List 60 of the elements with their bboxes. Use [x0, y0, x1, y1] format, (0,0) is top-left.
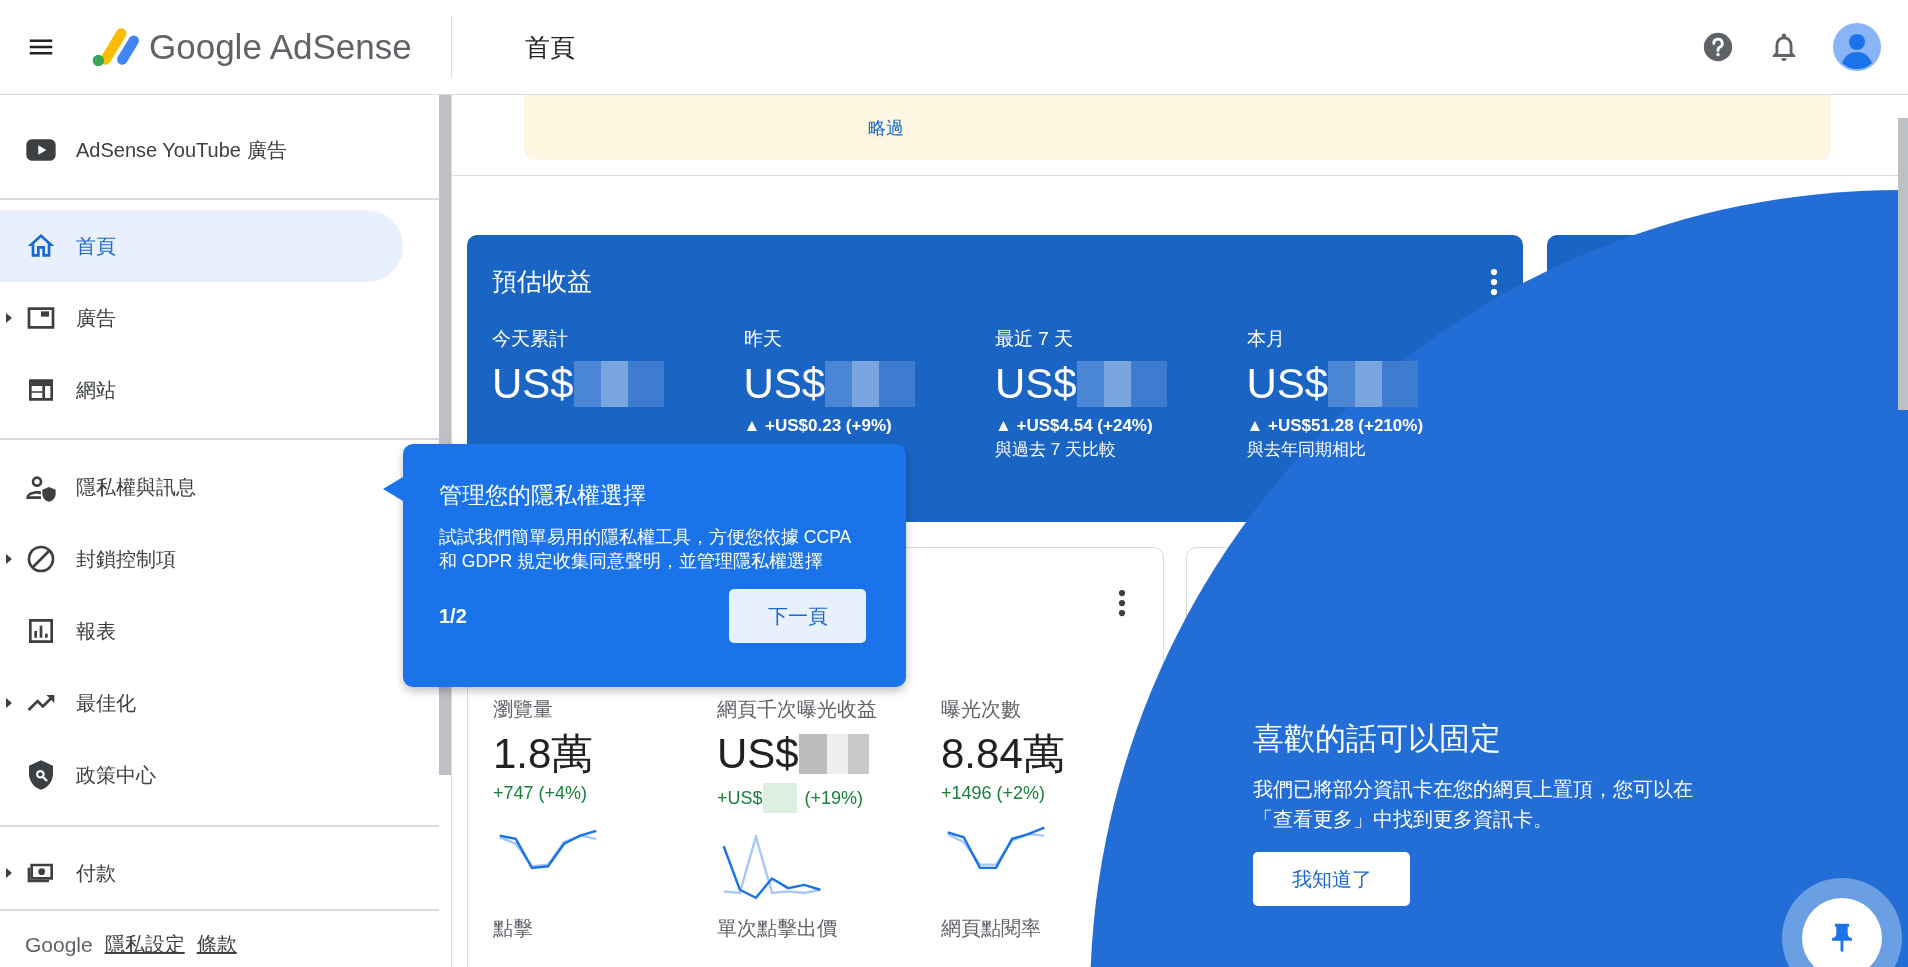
block-icon	[25, 543, 57, 575]
skip-link[interactable]: 略過	[868, 115, 904, 140]
amount: US$	[492, 360, 574, 408]
expand-arrow-icon[interactable]	[6, 554, 12, 564]
metric-value: 8.84萬	[941, 729, 1065, 779]
change-text: ▲ +US$0.23 (+9%)	[743, 416, 893, 436]
card-title: 預估收益	[492, 266, 592, 297]
footer-link[interactable]: 隱私設定	[104, 931, 185, 958]
sidebar-item[interactable]: 隱私權與訊息	[0, 451, 403, 523]
amount: US$	[743, 360, 826, 408]
tooltip-text: 試試我們簡單易用的隱私權工具，方便您依據 CCPA 和 GDPR 規定收集同意聲明，並管理隱私權選擇	[439, 526, 852, 573]
brand-name: Google AdSense	[149, 27, 412, 67]
sidebar-item[interactable]: 廣告	[0, 282, 403, 354]
got-it-button[interactable]: 我知道了	[1253, 852, 1410, 906]
amount: US$	[1246, 360, 1329, 408]
metric-label: 瀏覽量	[493, 697, 554, 722]
expand-arrow-icon[interactable]	[6, 313, 12, 323]
metric-label: 網頁點閱率	[941, 916, 1042, 941]
change-text: +US$	[717, 787, 763, 809]
page-title: 首頁	[525, 31, 575, 63]
help-icon[interactable]	[1701, 30, 1735, 64]
sidebar-item[interactable]: AdSense YouTube 廣告	[0, 114, 403, 186]
more-icon[interactable]	[1118, 588, 1126, 618]
sidebar-item[interactable]: 首頁	[0, 210, 403, 282]
metric-label: 單次點擊出價	[717, 916, 838, 941]
step-counter: 1/2	[439, 604, 467, 628]
avatar-icon[interactable]	[1833, 23, 1881, 71]
sidebar-item[interactable]: 網站	[0, 354, 403, 426]
metric-label: 點擊	[493, 916, 534, 941]
more-icon[interactable]	[1490, 266, 1498, 297]
comparison-note: 與過去 7 天比較	[995, 439, 1117, 461]
amount: US$	[995, 360, 1077, 408]
tooltip-title: 管理您的隱私權選擇	[439, 482, 646, 508]
change-text: ▲ +US$51.28 (+210%)	[1246, 416, 1425, 436]
footer-brand: Google	[25, 932, 93, 957]
change-text: +747 (+4%)	[493, 783, 588, 804]
next-button[interactable]: 下一頁	[729, 589, 866, 643]
change-percent: (+19%)	[804, 787, 864, 809]
scrollbar[interactable]	[1898, 118, 1908, 410]
change-text: ▲ +US$4.54 (+24%)	[995, 416, 1154, 436]
sidebar-item[interactable]: 付款	[0, 837, 403, 909]
footer-link[interactable]: 條款	[196, 931, 237, 958]
change-text: +1496 (+2%)	[941, 783, 1046, 804]
sidebar-item[interactable]: 封鎖控制項	[0, 523, 403, 595]
metric-value: 1.8萬	[493, 729, 594, 779]
sidebar-item[interactable]: 最佳化	[0, 667, 403, 739]
metric-label: 最近 7 天	[995, 327, 1075, 351]
promo-text: 我們已將部分資訊卡在您的網頁上置頂，您可以在 「查看更多」中找到更多資訊卡。	[1253, 777, 1693, 832]
promo-title: 喜歡的話可以固定	[1253, 720, 1501, 758]
metric-label: 網頁千次曝光收益	[717, 697, 878, 722]
metric-label: 曝光次數	[941, 697, 1022, 722]
metric-label: 今天累計	[492, 327, 569, 351]
comparison-note: 與去年同期相比	[1246, 439, 1367, 461]
metric-label: 昨天	[743, 327, 783, 351]
sidebar-item[interactable]: 政策中心	[0, 739, 403, 811]
metric-value: US$	[717, 730, 799, 778]
expand-arrow-icon[interactable]	[6, 868, 12, 878]
expand-arrow-icon[interactable]	[6, 698, 12, 708]
sidebar-item[interactable]: 報表	[0, 595, 403, 667]
metric-label: 本月	[1246, 327, 1286, 351]
